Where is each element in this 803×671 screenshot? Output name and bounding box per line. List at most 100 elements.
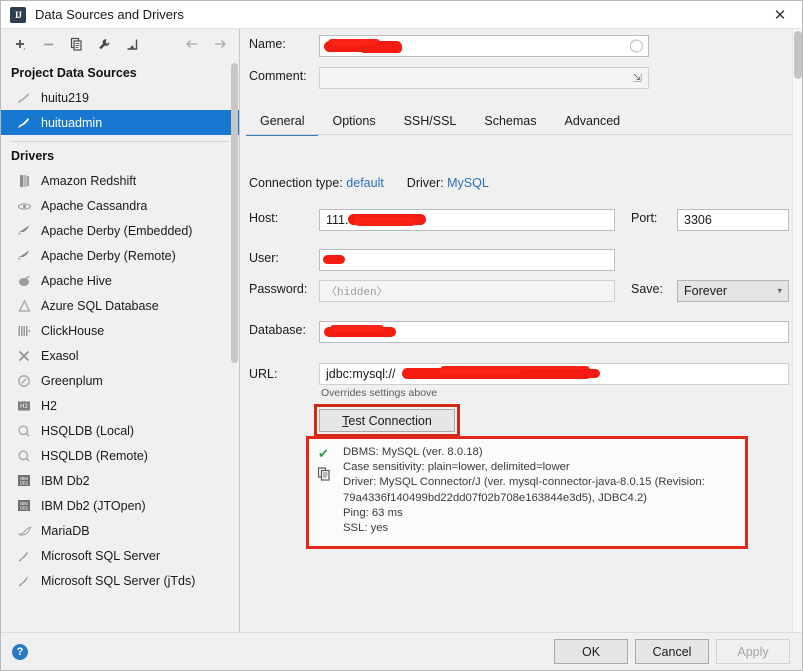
driver-item-ibm-db2-jtopen[interactable]: IBM DB2 IBM Db2 (JTOpen) xyxy=(1,493,239,518)
test-connection-highlight: Test Connection xyxy=(314,404,460,437)
connection-type-row: Connection type: default Driver: MySQL xyxy=(249,176,489,190)
redaction-mark xyxy=(360,45,402,53)
remove-data-source-button[interactable] xyxy=(35,32,61,56)
redaction-mark xyxy=(330,325,384,332)
driver-item-clickhouse[interactable]: ClickHouse xyxy=(1,318,239,343)
azure-icon xyxy=(15,298,33,314)
connection-type-value[interactable]: default xyxy=(346,176,384,190)
driver-item-hsqldb-remote[interactable]: HSQLDB (Remote) xyxy=(1,443,239,468)
name-label: Name: xyxy=(249,37,286,51)
driver-item-hsqldb-local[interactable]: HSQLDB (Local) xyxy=(1,418,239,443)
driver-item-apache-hive[interactable]: Apache Hive xyxy=(1,268,239,293)
driver-item-ibm-db2[interactable]: IBM DB2 IBM Db2 xyxy=(1,468,239,493)
driver-label: Greenplum xyxy=(41,373,103,388)
driver-item-greenplum[interactable]: Greenplum xyxy=(1,368,239,393)
tab-schemas[interactable]: Schemas xyxy=(470,114,550,135)
copy-icon[interactable] xyxy=(317,467,343,484)
hsqldb-icon xyxy=(15,423,33,439)
url-value: jdbc:mysql:// xyxy=(326,367,396,381)
forward-icon[interactable] xyxy=(207,32,233,56)
sidebar-divider xyxy=(11,141,229,142)
sidebar-scrollbar[interactable] xyxy=(231,59,238,632)
footer-buttons: OK Cancel Apply xyxy=(554,639,790,664)
properties-wrench-icon[interactable] xyxy=(91,32,117,56)
driver-item-apache-cassandra[interactable]: Apache Cassandra xyxy=(1,193,239,218)
name-input[interactable] xyxy=(319,35,649,57)
cassandra-icon xyxy=(15,198,33,214)
save-select[interactable]: Forever ▾ xyxy=(677,280,789,302)
driver-label: HSQLDB (Local) xyxy=(41,423,135,438)
driver-item-azure-sql-database[interactable]: Azure SQL Database xyxy=(1,293,239,318)
back-icon[interactable] xyxy=(179,32,205,56)
host-input[interactable]: 111. xyxy=(319,209,615,231)
add-data-source-button[interactable] xyxy=(7,32,33,56)
clickhouse-icon xyxy=(15,323,33,339)
comment-input[interactable]: ⇲ xyxy=(319,67,649,89)
driver-item-apache-derby-remote[interactable]: Apache Derby (Remote) xyxy=(1,243,239,268)
exasol-icon xyxy=(15,348,33,364)
result-line: 79a4336f140499bd22dd07f02b708e163844e3d5… xyxy=(343,491,648,504)
tab-general[interactable]: General xyxy=(246,114,319,136)
password-placeholder: 〈hidden〉 xyxy=(326,287,388,299)
password-input[interactable]: 〈hidden〉 xyxy=(319,280,615,302)
password-label: Password: xyxy=(249,282,308,296)
host-row: Host: xyxy=(249,211,278,225)
expand-icon[interactable]: ⇲ xyxy=(633,72,642,85)
driver-item-exasol[interactable]: Exasol xyxy=(1,343,239,368)
url-label: URL: xyxy=(249,367,278,381)
chevron-down-icon: ▾ xyxy=(777,285,782,296)
port-row: Port: xyxy=(631,211,657,225)
user-input[interactable] xyxy=(319,249,615,271)
port-input[interactable]: 3306 xyxy=(677,209,789,231)
driver-label: HSQLDB (Remote) xyxy=(41,448,148,463)
driver-item-h2[interactable]: H2 H2 xyxy=(1,393,239,418)
project-data-sources-header: Project Data Sources xyxy=(11,66,137,80)
mariadb-icon xyxy=(15,523,33,539)
test-result-text: DBMS: MySQL (ver. 8.0.18) Case sensitivi… xyxy=(343,445,737,540)
redaction-mark xyxy=(520,369,600,378)
url-row: URL: xyxy=(249,367,277,381)
driver-item-amazon-redshift[interactable]: Amazon Redshift xyxy=(1,168,239,193)
user-label: User: xyxy=(249,251,279,265)
result-line: DBMS: MySQL (ver. 8.0.18) xyxy=(343,446,483,458)
test-result-highlight: ✔ DBMS: MySQL (ver. 8.0.18) Case sensiti… xyxy=(306,436,748,549)
driver-item-microsoft-sql-server-jtds[interactable]: Microsoft SQL Server (jTds) xyxy=(1,568,239,593)
tab-options[interactable]: Options xyxy=(318,114,389,135)
help-icon[interactable]: ? xyxy=(12,643,28,660)
import-icon[interactable] xyxy=(119,32,145,56)
derby-icon xyxy=(15,248,33,264)
check-success-icon: ✔ xyxy=(318,446,329,461)
result-line: Driver: MySQL Connector/J (ver. mysql-co… xyxy=(343,476,705,489)
test-connection-button[interactable]: Test Connection xyxy=(319,409,455,432)
host-label: Host: xyxy=(249,211,279,225)
redaction-mark xyxy=(354,217,416,226)
tab-advanced[interactable]: Advanced xyxy=(551,114,635,135)
close-icon[interactable]: ✕ xyxy=(758,1,802,29)
dialog-scrollbar[interactable] xyxy=(792,29,802,632)
url-input[interactable]: jdbc:mysql:// xyxy=(319,363,789,385)
driver-item-microsoft-sql-server[interactable]: Microsoft SQL Server xyxy=(1,543,239,568)
duplicate-icon[interactable] xyxy=(63,32,89,56)
database-input[interactable] xyxy=(319,321,789,343)
driver-item-mariadb[interactable]: MariaDB xyxy=(1,518,239,543)
name-row: Name: xyxy=(249,37,286,51)
data-sources-dialog: IJ Data Sources and Drivers ✕ Project Da… xyxy=(0,0,803,671)
redshift-icon xyxy=(15,173,33,189)
driver-label: IBM Db2 (JTOpen) xyxy=(41,498,146,513)
sidebar-item-huitu219[interactable]: huitu219 xyxy=(1,85,239,110)
svg-text:H2: H2 xyxy=(20,404,28,410)
result-icon-column: ✔ xyxy=(315,445,343,540)
sidebar-tree[interactable]: Project Data Sources huitu219 huituadmin… xyxy=(1,59,239,632)
driver-label: MariaDB xyxy=(41,523,90,538)
driver-label: Apache Cassandra xyxy=(41,198,148,213)
cancel-button[interactable]: Cancel xyxy=(635,639,709,664)
h2-icon: H2 xyxy=(15,398,33,414)
driver-value[interactable]: MySQL xyxy=(447,176,489,190)
tab-ssh-ssl[interactable]: SSH/SSL xyxy=(390,114,471,135)
apply-button: Apply xyxy=(716,639,790,664)
sidebar-item-huituadmin[interactable]: huituadmin xyxy=(1,110,239,135)
driver-item-apache-derby-embedded[interactable]: Apache Derby (Embedded) xyxy=(1,218,239,243)
derby-icon xyxy=(15,223,33,239)
ok-button[interactable]: OK xyxy=(554,639,628,664)
name-status-circle-icon xyxy=(630,39,643,53)
